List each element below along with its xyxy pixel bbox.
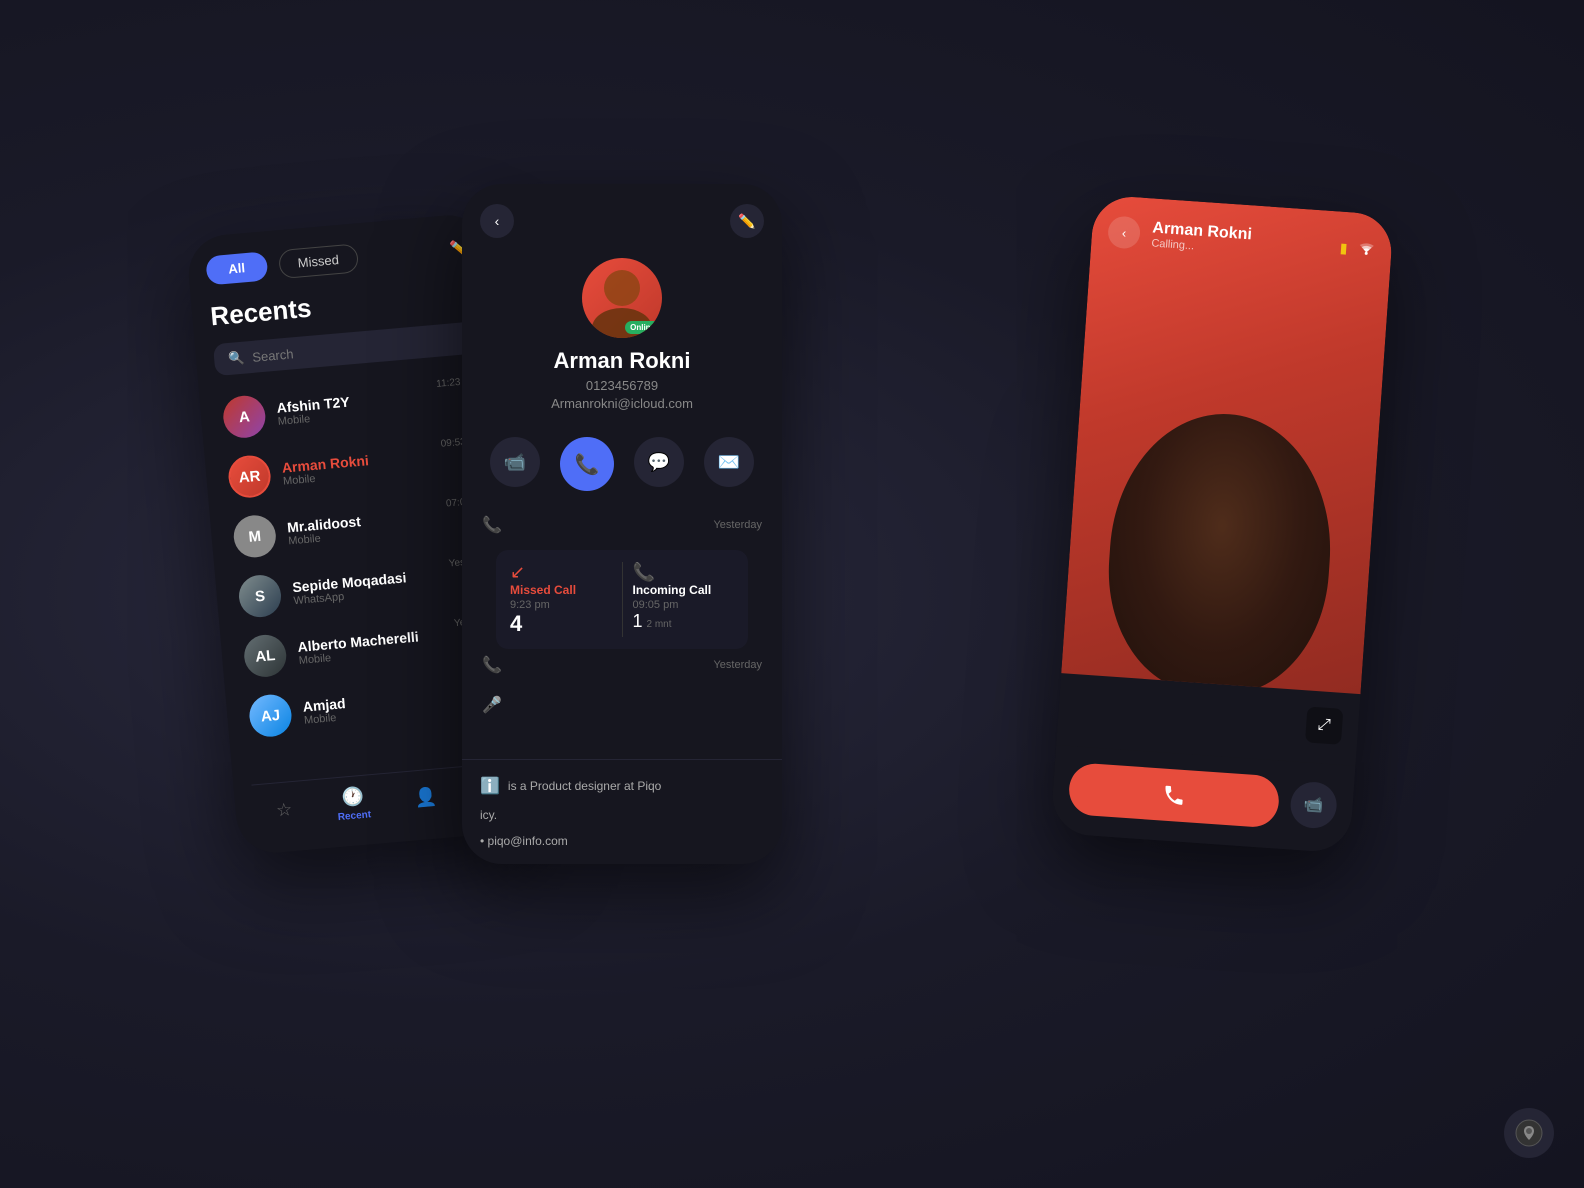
- caller-info: Arman Rokni Calling...: [1151, 219, 1252, 256]
- missed-call-time: 9:23 pm: [510, 599, 612, 611]
- nav-recent[interactable]: 🕐 Recent: [335, 785, 371, 823]
- avatar: A: [222, 394, 268, 440]
- clock-icon: 🕐: [341, 786, 365, 809]
- online-badge: Online: [625, 321, 660, 334]
- back-button[interactable]: ‹: [480, 204, 514, 238]
- contact-info: Sepide Moqadasi WhatsApp: [292, 569, 408, 607]
- search-bar[interactable]: 🔍 Search: [213, 321, 479, 376]
- popup-incoming: 📞 Incoming Call 09:05 pm 1 2 mnt: [622, 562, 735, 637]
- nav-contacts[interactable]: 👤: [414, 787, 438, 810]
- contact-info: Mr.alidoost Mobile: [286, 513, 362, 547]
- end-call-button[interactable]: [1067, 762, 1280, 829]
- incoming-call-label: Incoming Call: [633, 583, 735, 597]
- tab-missed[interactable]: Missed: [278, 243, 359, 279]
- mid-bottom: ℹ️ is a Product designer at Piqo icy. • …: [462, 759, 782, 864]
- video-toggle-button[interactable]: 📹: [1289, 781, 1338, 830]
- contact-info: Afshin T2Y Mobile: [276, 394, 351, 428]
- call-out-icon: 📞: [482, 515, 502, 535]
- tabs-row: All Missed ✏️: [205, 234, 471, 286]
- profile-name: Arman Rokni: [554, 348, 691, 374]
- incoming-call-time: 09:05 pm: [633, 599, 735, 611]
- contact-info: Arman Rokni Mobile: [281, 452, 370, 487]
- incoming-call-count: 1: [633, 611, 643, 632]
- missed-call-icon: ↙: [510, 562, 612, 583]
- phone-right: ‹ Arman Rokni Calling... ▮: [1050, 194, 1394, 853]
- bio-email-row: • piqo@info.com: [480, 828, 764, 854]
- email-button[interactable]: ✉️: [704, 437, 754, 487]
- mic-icon: 🎤: [482, 695, 502, 715]
- bio-text: is a Product designer at Piqo: [508, 779, 661, 793]
- outgoing-call-icon: 📞: [482, 655, 502, 675]
- avatar: AR: [227, 454, 273, 500]
- back-button[interactable]: ‹: [1107, 215, 1141, 249]
- bio-sub-row: icy.: [480, 802, 764, 828]
- profile-email: Armanrokni@icloud.com: [551, 396, 693, 411]
- call-history-row[interactable]: 📞 Yesterday: [476, 645, 768, 685]
- avatar: AJ: [248, 693, 294, 739]
- avatar: M: [232, 514, 278, 560]
- wifi-icon: [1357, 240, 1376, 258]
- call-history-row[interactable]: 🎤: [476, 685, 768, 719]
- avatar: AL: [243, 633, 289, 679]
- incoming-call-icon: 📞: [633, 562, 735, 583]
- bio-email: • piqo@info.com: [480, 834, 568, 848]
- brand-logo: [1504, 1108, 1554, 1158]
- contact-info: Alberto Macherelli Mobile: [297, 628, 420, 666]
- info-icon: ℹ️: [480, 776, 500, 796]
- search-placeholder: Search: [252, 346, 294, 365]
- call-popup: ↙ Missed Call 9:23 pm 4 📞 Incoming Call …: [496, 550, 748, 649]
- tab-all[interactable]: All: [205, 251, 268, 285]
- call-history-row[interactable]: 📞 Yesterday: [476, 505, 768, 545]
- star-icon: ☆: [275, 799, 293, 821]
- recent-label: Recent: [337, 809, 371, 823]
- popup-missed: ↙ Missed Call 9:23 pm 4: [510, 562, 612, 637]
- mid-header: ‹ ✏️: [462, 184, 782, 248]
- person-icon: 👤: [414, 787, 438, 810]
- action-icons: 📹 📞 💬 ✉️: [462, 427, 782, 505]
- incoming-call-duration: 2 mnt: [647, 619, 672, 630]
- edit-button[interactable]: ✏️: [730, 204, 764, 238]
- nav-favorites[interactable]: ☆: [275, 799, 293, 821]
- message-button[interactable]: 💬: [634, 437, 684, 487]
- contact-info: Amjad Mobile: [302, 695, 347, 727]
- search-icon: 🔍: [228, 350, 246, 367]
- profile-phone: 0123456789: [586, 378, 658, 393]
- bio-row: ℹ️ is a Product designer at Piqo: [480, 770, 764, 802]
- avatar: S: [237, 573, 283, 619]
- header-icons: ▮: [1339, 239, 1376, 258]
- call-time: Yesterday: [713, 659, 762, 671]
- phone-mid: ‹ ✏️ Online Arman Rokni 0123456789 Arman…: [462, 184, 782, 864]
- missed-call-label: Missed Call: [510, 583, 612, 597]
- video-call-button[interactable]: 📹: [490, 437, 540, 487]
- bio-sub: icy.: [480, 808, 497, 822]
- call-time: Yesterday: [713, 519, 762, 531]
- call-history: 📞 Yesterday ↙ Missed Call 9:23 pm 4 📞: [462, 505, 782, 759]
- missed-call-count: 4: [510, 611, 612, 637]
- profile-avatar: Online: [582, 258, 662, 338]
- video-content: ⤢: [1056, 256, 1389, 766]
- contact-profile: Online Arman Rokni 0123456789 Armanrokni…: [462, 248, 782, 427]
- contact-sub: Mobile: [304, 711, 348, 727]
- battery-icon: ▮: [1339, 239, 1348, 256]
- fullscreen-button[interactable]: ⤢: [1305, 706, 1343, 744]
- call-button[interactable]: 📞: [560, 437, 614, 491]
